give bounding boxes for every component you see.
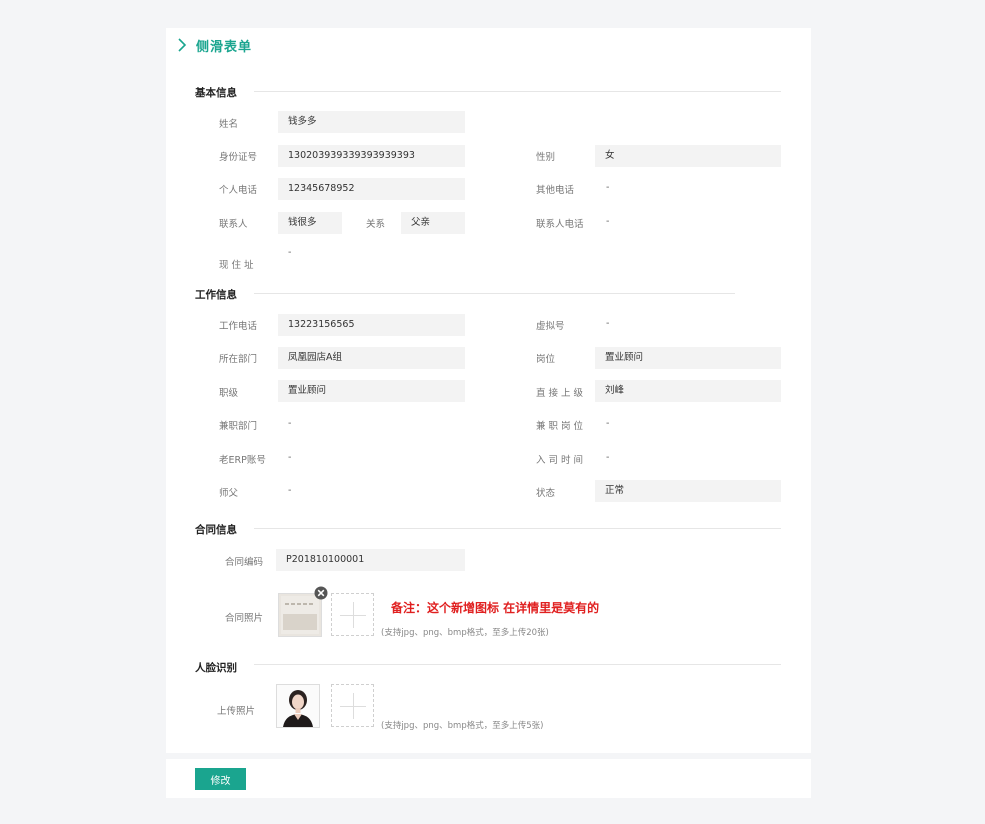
contact-field[interactable]: 钱很多	[278, 212, 342, 234]
contract-upload-hint: (支持jpg、png、bmp格式，至多上传20张)	[381, 628, 549, 638]
face-upload-hint: (支持jpg、png、bmp格式，至多上传5张)	[381, 721, 544, 731]
personal-phone-label: 个人电话	[219, 185, 258, 196]
work-phone-field[interactable]: 13223156565	[278, 314, 465, 336]
edit-button[interactable]: 修改	[195, 768, 246, 790]
section-divider	[254, 664, 781, 665]
virtual-number-label: 虚拟号	[536, 321, 565, 332]
chevron-right-icon[interactable]	[176, 37, 188, 53]
contract-photo-label: 合同照片	[225, 613, 264, 624]
other-phone-label: 其他电话	[536, 185, 575, 196]
name-label: 姓名	[219, 119, 239, 130]
remark-note: 备注：这个新增图标 在详情里是莫有的	[391, 601, 600, 615]
part-time-department-label: 兼职部门	[219, 421, 258, 432]
part-time-department-value: -	[288, 418, 292, 429]
contract-code-field[interactable]: P201810100001	[276, 549, 465, 571]
rank-field[interactable]: 置业顾问	[278, 380, 465, 402]
gender-field[interactable]: 女	[595, 145, 781, 167]
join-date-value: -	[606, 452, 610, 463]
status-field[interactable]: 正常	[595, 480, 781, 502]
section-divider	[254, 528, 781, 529]
address-value: -	[288, 247, 292, 258]
contact-phone-label: 联系人电话	[536, 219, 584, 230]
document-icon	[281, 596, 319, 634]
old-erp-account-label: 老ERP账号	[219, 455, 266, 466]
part-time-post-value: -	[606, 418, 610, 429]
virtual-number-value: -	[606, 318, 610, 329]
gender-label: 性别	[536, 152, 556, 163]
section-divider	[254, 293, 735, 294]
post-field[interactable]: 置业顾问	[595, 347, 781, 369]
work-phone-label: 工作电话	[219, 321, 258, 332]
contract-photo-upload-button[interactable]	[331, 593, 374, 636]
join-date-label: 入 司 时 间	[536, 455, 584, 466]
other-phone-value: -	[606, 182, 610, 193]
relation-label: 关系	[366, 219, 386, 230]
contact-phone-value: -	[606, 216, 610, 227]
upload-photo-label: 上传照片	[217, 706, 256, 717]
id-number-field[interactable]: 130203939339393939393	[278, 145, 465, 167]
id-number-label: 身份证号	[219, 152, 258, 163]
address-label: 现 住 址	[219, 260, 254, 271]
section-title-contract: 合同信息	[195, 524, 237, 536]
rank-label: 职级	[219, 388, 239, 399]
status-label: 状态	[536, 488, 556, 499]
close-circle-icon[interactable]	[314, 586, 328, 600]
form-footer: 修改	[166, 759, 811, 798]
section-title-work: 工作信息	[195, 289, 237, 301]
contact-label: 联系人	[219, 219, 248, 230]
form-panel: 侧滑表单 基本信息 姓名 钱多多 身份证号 130203939339393939…	[166, 28, 811, 753]
old-erp-account-value: -	[288, 452, 292, 463]
personal-phone-field[interactable]: 12345678952	[278, 178, 465, 200]
portrait-icon	[277, 685, 319, 727]
part-time-post-label: 兼 职 岗 位	[536, 421, 584, 432]
face-photo-thumbnail[interactable]	[276, 684, 320, 728]
superior-field[interactable]: 刘峰	[595, 380, 781, 402]
relation-field[interactable]: 父亲	[401, 212, 465, 234]
mentor-label: 师父	[219, 488, 239, 499]
department-label: 所在部门	[219, 354, 258, 365]
section-title-basic: 基本信息	[195, 87, 237, 99]
section-divider	[254, 91, 781, 92]
face-photo-upload-button[interactable]	[331, 684, 374, 727]
section-title-face: 人脸识别	[195, 662, 237, 674]
page-title: 侧滑表单	[196, 40, 253, 55]
name-field[interactable]: 钱多多	[278, 111, 465, 133]
department-field[interactable]: 凤凰园店A组	[278, 347, 465, 369]
post-label: 岗位	[536, 354, 556, 365]
mentor-value: -	[288, 485, 292, 496]
contract-code-label: 合同编码	[225, 557, 264, 568]
superior-label: 直 接 上 级	[536, 388, 584, 399]
